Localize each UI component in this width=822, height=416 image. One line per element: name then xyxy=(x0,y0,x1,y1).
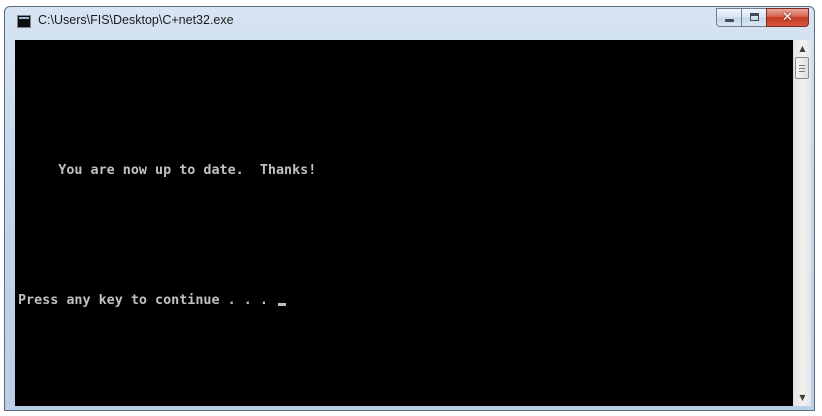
window-controls: ✕ xyxy=(716,8,809,28)
console-line-prompt: Press any key to continue . . . xyxy=(18,293,286,309)
console-output-area[interactable]: You are now up to date. Thanks! Press an… xyxy=(15,40,793,406)
scrollbar-thumb[interactable] xyxy=(795,57,809,79)
grip-line xyxy=(799,65,805,66)
minimize-button[interactable] xyxy=(716,8,742,27)
vertical-scrollbar[interactable]: ▲ ▼ xyxy=(793,40,811,406)
minimize-icon xyxy=(725,19,734,22)
window-title: C:\Users\FIS\Desktop\C+net32.exe xyxy=(38,13,234,27)
maximize-button[interactable] xyxy=(741,8,767,27)
grip-line xyxy=(799,71,805,72)
press-any-key-prompt: Press any key to continue . . . xyxy=(18,293,276,308)
console-line-status: You are now up to date. Thanks! xyxy=(18,163,317,178)
grip-line xyxy=(799,68,805,69)
scroll-up-arrow-icon[interactable]: ▲ xyxy=(794,40,811,57)
scroll-down-arrow-icon[interactable]: ▼ xyxy=(794,389,811,406)
maximize-icon xyxy=(750,13,759,21)
close-icon: ✕ xyxy=(782,10,793,25)
title-bar[interactable]: C:\Users\FIS\Desktop\C+net32.exe ✕ xyxy=(5,7,814,38)
text-cursor xyxy=(277,303,286,306)
close-button[interactable]: ✕ xyxy=(766,8,809,27)
console-app-icon[interactable] xyxy=(17,15,31,28)
